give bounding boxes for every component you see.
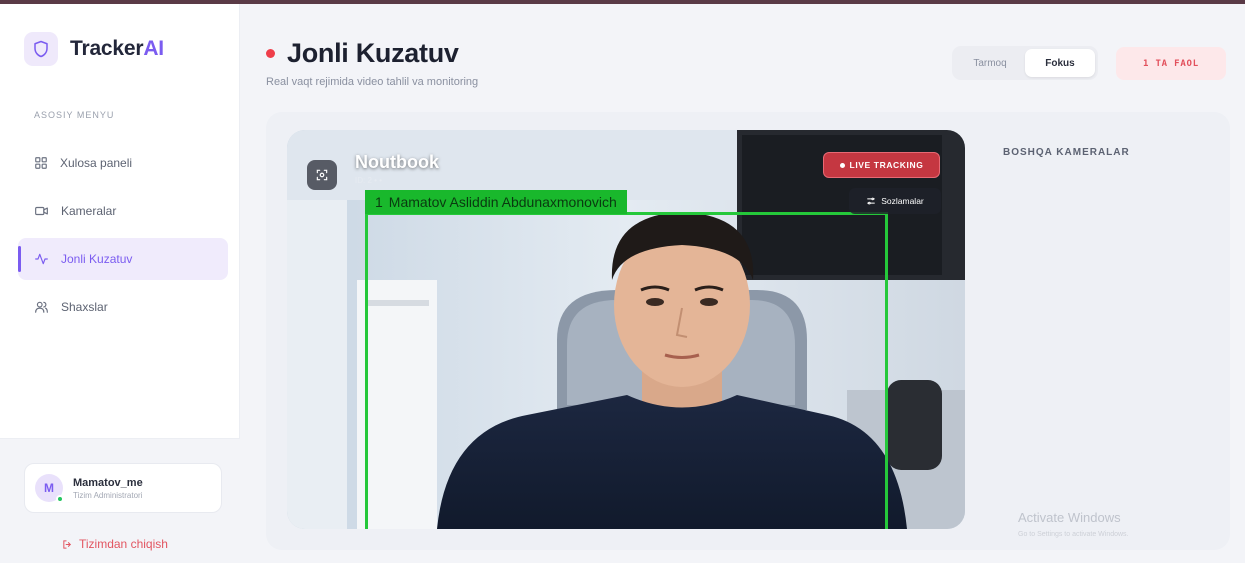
tracking-label: 1 Mamatov Asliddin Abdunaxmonovich: [365, 190, 627, 214]
video-camera-icon: [35, 206, 48, 216]
page-title: Jonli Kuzatuv: [287, 38, 459, 68]
record-dot-icon: [839, 162, 845, 168]
live-indicator-dot: [266, 49, 275, 58]
video-feed[interactable]: 1 Mamatov Asliddin Abdunaxmonovich Noutb…: [287, 130, 965, 529]
logout-label: Tizimdan chiqish: [79, 537, 168, 551]
sidebar-item-persons[interactable]: Shaxslar: [18, 286, 228, 328]
grid-icon: [35, 157, 47, 169]
view-tab-grid[interactable]: Tarmoq: [955, 49, 1025, 77]
page-subtitle: Real vaqt rejimida video tahlil va monit…: [266, 76, 479, 88]
other-cameras-title: BOSHQA KAMERALAR: [1003, 147, 1130, 158]
active-count-badge: 1 TA FAOL: [1116, 47, 1226, 80]
sidebar-item-label: Xulosa paneli: [60, 156, 133, 170]
logout-button[interactable]: Tizimdan chiqish: [62, 537, 168, 551]
face-tracking-box: [365, 212, 888, 529]
menu-section-title: ASOSIY MENYU: [34, 110, 115, 120]
scan-focus-icon: [316, 169, 328, 181]
camera-focus-button[interactable]: [307, 160, 337, 190]
logout-icon: [63, 539, 71, 549]
sliders-icon: [867, 197, 876, 205]
settings-button[interactable]: Sozlamalar: [849, 188, 941, 214]
users-icon: [35, 301, 48, 313]
live-tracking-badge: LIVE TRACKING: [823, 152, 940, 178]
brand[interactable]: TrackerAI: [24, 32, 164, 66]
avatar: M: [35, 474, 64, 503]
sidebar-item-dashboard[interactable]: Xulosa paneli: [18, 142, 228, 184]
user-role: Tizim Administratori: [73, 490, 143, 500]
camera-name: Noutbook: [355, 152, 439, 172]
camera-meta: ID: 2 • •: [355, 176, 382, 185]
user-card[interactable]: M Mamatov_me Tizim Administratori: [24, 463, 222, 513]
sidebar: TrackerAI ASOSIY MENYU Xulosa paneli Kam…: [0, 4, 240, 563]
sidebar-item-label: Shaxslar: [61, 300, 108, 314]
view-mode-toggle: Tarmoq Fokus: [952, 46, 1098, 80]
sidebar-item-live-tracking[interactable]: Jonli Kuzatuv: [18, 238, 228, 280]
sidebar-item-label: Kameralar: [61, 204, 117, 218]
sidebar-menu: Xulosa paneli Kameralar Jonli Kuzatuv Sh…: [18, 142, 228, 334]
sidebar-item-cameras[interactable]: Kameralar: [18, 190, 228, 232]
view-tab-focus[interactable]: Fokus: [1025, 49, 1095, 77]
shield-logo-icon: [24, 32, 58, 66]
page-title-row: Jonli Kuzatuv: [266, 38, 459, 69]
sidebar-item-label: Jonli Kuzatuv: [61, 252, 133, 266]
user-name: Mamatov_me: [73, 476, 143, 489]
activity-icon: [35, 253, 48, 265]
windows-activation-hint: Go to Settings to activate Windows.: [1018, 531, 1129, 538]
windows-activation-watermark: Activate Windows: [1018, 510, 1121, 525]
sidebar-footer: M Mamatov_me Tizim Administratori Tizimd…: [0, 438, 240, 563]
tracking-id: 1: [375, 194, 383, 210]
online-status-dot: [56, 495, 64, 503]
brand-name: TrackerAI: [70, 37, 164, 60]
tracked-person-name: Mamatov Asliddin Abdunaxmonovich: [388, 194, 617, 210]
